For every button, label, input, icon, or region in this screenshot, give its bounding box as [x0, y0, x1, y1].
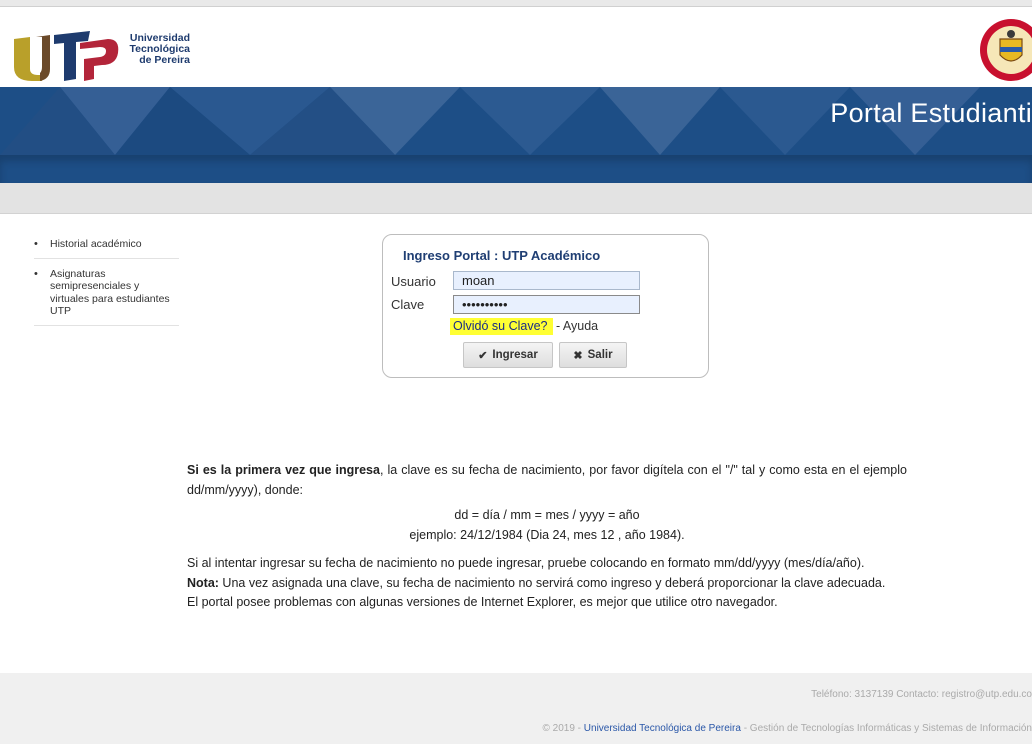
logo-text: Universidad Tecnológica de Pereira — [129, 32, 190, 66]
header-strip — [0, 155, 1032, 183]
sidebar: Historial académico Asignaturas semipres… — [34, 238, 179, 335]
university-link[interactable]: Universidad Tecnológica de Pereira — [584, 723, 741, 734]
login-title: Ingreso Portal : UTP Académico — [403, 248, 601, 263]
date-format: dd = día / mm = mes / yyyy = año — [454, 508, 640, 522]
help-link[interactable]: Ayuda — [563, 319, 598, 333]
utp-logo-mark — [14, 31, 119, 81]
footer-contact: Teléfono: 3137139 Contacto: registro@utp… — [811, 689, 1032, 700]
nav-bar — [0, 183, 1032, 214]
user-label: Usuario — [391, 274, 436, 289]
colombia-seal-icon — [978, 17, 1032, 83]
user-input[interactable] — [453, 271, 640, 290]
alt-format-note: Si al intentar ingresar su fecha de naci… — [187, 556, 865, 570]
note-bold: Nota: — [187, 575, 219, 590]
instructions: Si es la primera vez que ingresa, la cla… — [187, 461, 907, 613]
sidebar-item-asignaturas[interactable]: Asignaturas semipresenciales y virtuales… — [34, 268, 179, 326]
portal-title: Portal Estudianti — [830, 98, 1032, 128]
check-icon: ✔ — [478, 349, 488, 362]
instructions-intro: Si es la primera vez que ingresa, la cla… — [187, 461, 907, 500]
links-separator: - — [552, 319, 563, 333]
close-icon: ✖ — [573, 349, 583, 362]
login-button[interactable]: ✔ Ingresar — [463, 342, 553, 368]
sidebar-item-historial[interactable]: Historial académico — [34, 238, 179, 259]
dept-text: - Gestión de Tecnologías Informáticas y … — [740, 723, 1032, 734]
forgot-password-link[interactable]: Olvidó su Clave? — [450, 318, 553, 335]
password-input[interactable] — [453, 295, 640, 314]
top-border — [0, 0, 1032, 7]
login-panel: Ingreso Portal : UTP Académico Usuario C… — [382, 234, 709, 378]
password-note: Nota: Una vez asignada una clave, su fec… — [187, 574, 907, 594]
date-example: ejemplo: 24/12/1984 (Dia 24, mes 12 , añ… — [409, 527, 685, 542]
login-links: Olvidó su Clave? - Ayuda — [450, 318, 598, 335]
intro-bold: Si es la primera vez que ingresa — [187, 463, 380, 477]
utp-logo[interactable]: Universidad Tecnológica de Pereira — [10, 29, 190, 83]
browser-note: El portal posee problemas con algunas ve… — [187, 595, 778, 609]
exit-button-label: Salir — [587, 349, 613, 361]
copyright-text: © 2019 - — [542, 723, 584, 734]
password-label: Clave — [391, 297, 425, 312]
footer-copyright: © 2019 - Universidad Tecnológica de Pere… — [543, 723, 1032, 734]
note-text: Una vez asignada una clave, su fecha de … — [218, 575, 886, 590]
login-button-label: Ingresar — [492, 349, 538, 361]
header: Universidad Tecnológica de Pereira — [0, 7, 1032, 87]
exit-button[interactable]: ✖ Salir — [559, 342, 627, 368]
